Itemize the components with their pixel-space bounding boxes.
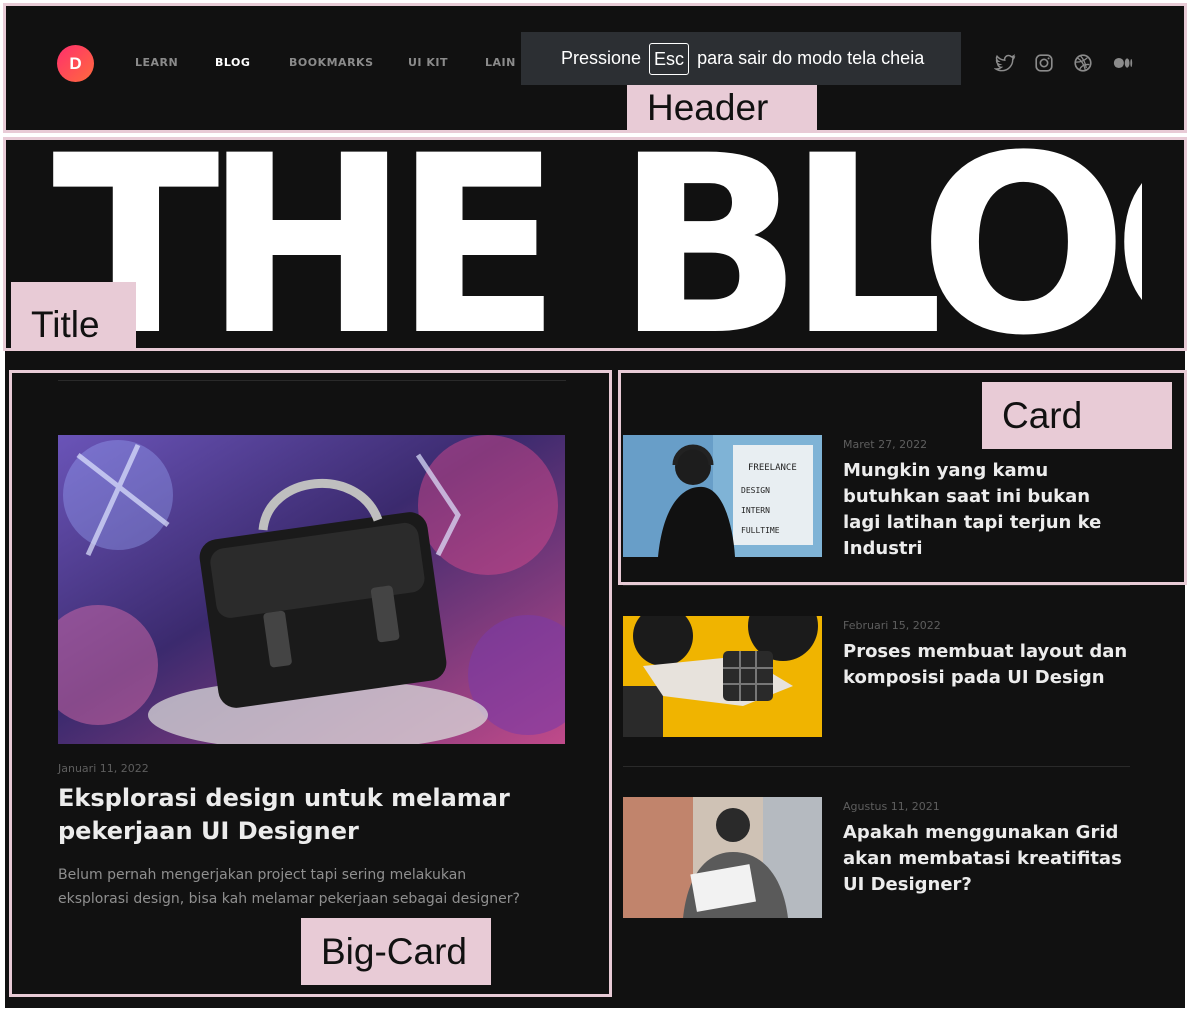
big-card-annotation-label: Big-Card (301, 918, 491, 985)
card-date: Agustus 11, 2021 (843, 800, 940, 813)
header-annotation-box (3, 3, 1187, 133)
card-image[interactable] (623, 797, 822, 918)
card-annotation-label: Card (982, 382, 1172, 449)
divider (623, 766, 1130, 767)
card-image[interactable] (623, 616, 822, 737)
big-card-annotation-box (9, 370, 612, 997)
title-annotation-box (3, 137, 1187, 351)
divider (623, 585, 1130, 586)
card-date: Februari 15, 2022 (843, 619, 941, 632)
card-title[interactable]: Apakah menggunakan Grid akan membatasi k… (843, 820, 1133, 898)
title-annotation-label: Title (11, 282, 136, 349)
header-annotation-label: Header (627, 85, 817, 130)
card-title[interactable]: Proses membuat layout dan komposisi pada… (843, 639, 1128, 691)
